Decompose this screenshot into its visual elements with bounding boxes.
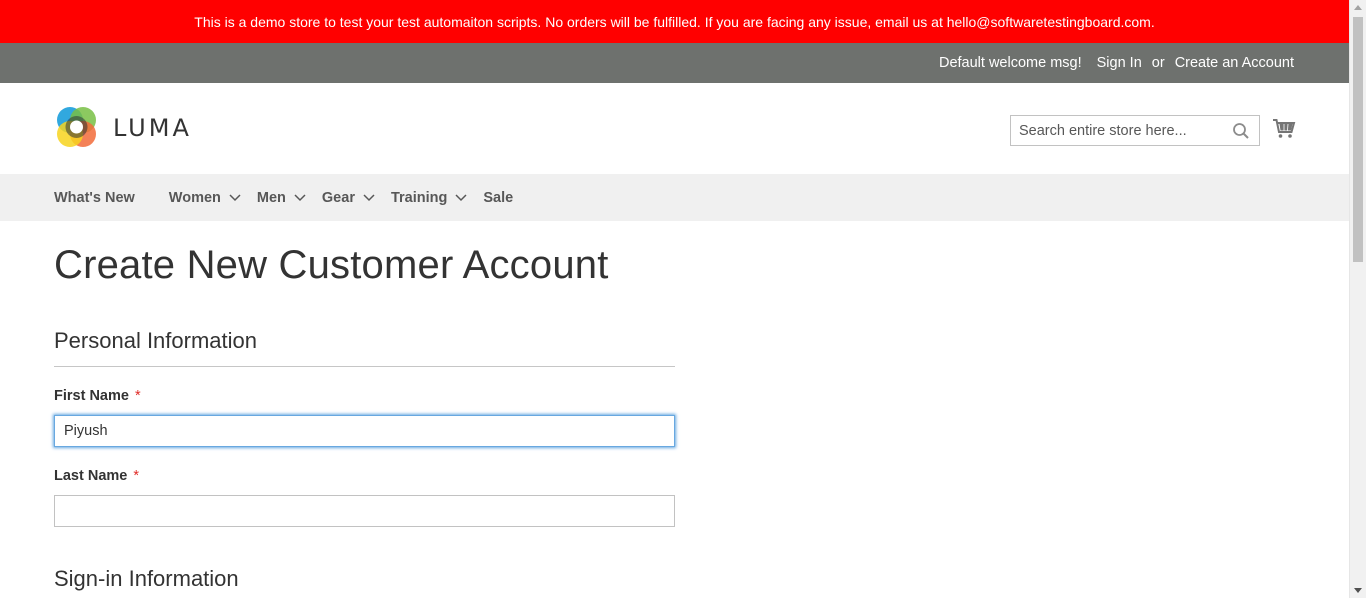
section-divider bbox=[54, 366, 675, 367]
first-name-label-text: First Name bbox=[54, 388, 129, 404]
chevron-down-icon bbox=[229, 193, 241, 201]
demo-notice-text: This is a demo store to test your test a… bbox=[194, 13, 1155, 30]
nav-item-label: Sale bbox=[483, 189, 514, 206]
search-box bbox=[1010, 115, 1260, 146]
page-title: Create New Customer Account bbox=[54, 243, 609, 287]
logo-text: LUMA bbox=[113, 113, 192, 142]
create-account-link[interactable]: Create an Account bbox=[1175, 55, 1294, 71]
personal-information-heading: Personal Information bbox=[54, 328, 257, 353]
scroll-up-icon[interactable] bbox=[1354, 5, 1362, 10]
nav-item-sale[interactable]: Sale bbox=[483, 190, 513, 206]
last-name-label: Last Name * bbox=[54, 468, 139, 484]
cart-icon[interactable] bbox=[1272, 117, 1296, 141]
scroll-down-icon[interactable] bbox=[1354, 588, 1362, 593]
nav-item-gear[interactable]: Gear bbox=[322, 190, 375, 206]
nav-item-whats-new[interactable]: What's New bbox=[54, 190, 135, 206]
luma-logo-icon bbox=[57, 107, 96, 147]
nav-item-label: Men bbox=[256, 189, 286, 206]
logo[interactable]: LUMA bbox=[54, 105, 192, 150]
header-links: Default welcome msg! Sign In or Create a… bbox=[939, 43, 1294, 83]
first-name-label: First Name * bbox=[54, 388, 141, 404]
required-asterisk: * bbox=[133, 468, 139, 484]
site-header: LUMA bbox=[0, 83, 1349, 174]
main-navigation: What's New Women Men Gear Training Sale bbox=[0, 174, 1349, 221]
search-icon[interactable] bbox=[1232, 122, 1250, 140]
welcome-message: Default welcome msg! bbox=[938, 55, 1082, 71]
first-name-field[interactable] bbox=[54, 415, 675, 447]
sign-in-information-heading: Sign-in Information bbox=[54, 566, 239, 591]
last-name-label-text: Last Name bbox=[54, 468, 128, 484]
or-separator: or bbox=[1151, 55, 1165, 71]
chevron-down-icon bbox=[455, 193, 467, 201]
vertical-scrollbar[interactable] bbox=[1349, 0, 1366, 598]
scrollbar-thumb[interactable] bbox=[1353, 17, 1363, 262]
panel-header: Default welcome msg! Sign In or Create a… bbox=[0, 43, 1349, 83]
chevron-down-icon bbox=[294, 193, 306, 201]
nav-item-training[interactable]: Training bbox=[391, 190, 467, 206]
last-name-field[interactable] bbox=[54, 495, 675, 527]
chevron-down-icon bbox=[363, 193, 375, 201]
required-asterisk: * bbox=[134, 388, 141, 404]
nav-item-women[interactable]: Women bbox=[169, 190, 241, 206]
nav-item-label: What's New bbox=[54, 189, 135, 206]
nav-item-label: Gear bbox=[321, 189, 355, 206]
search-input[interactable] bbox=[1011, 116, 1221, 145]
nav-item-label: Women bbox=[168, 189, 221, 206]
demo-notice-bar: This is a demo store to test your test a… bbox=[0, 0, 1349, 43]
nav-item-men[interactable]: Men bbox=[257, 190, 306, 206]
sign-in-link[interactable]: Sign In bbox=[1097, 55, 1142, 71]
nav-item-label: Training bbox=[390, 189, 448, 206]
